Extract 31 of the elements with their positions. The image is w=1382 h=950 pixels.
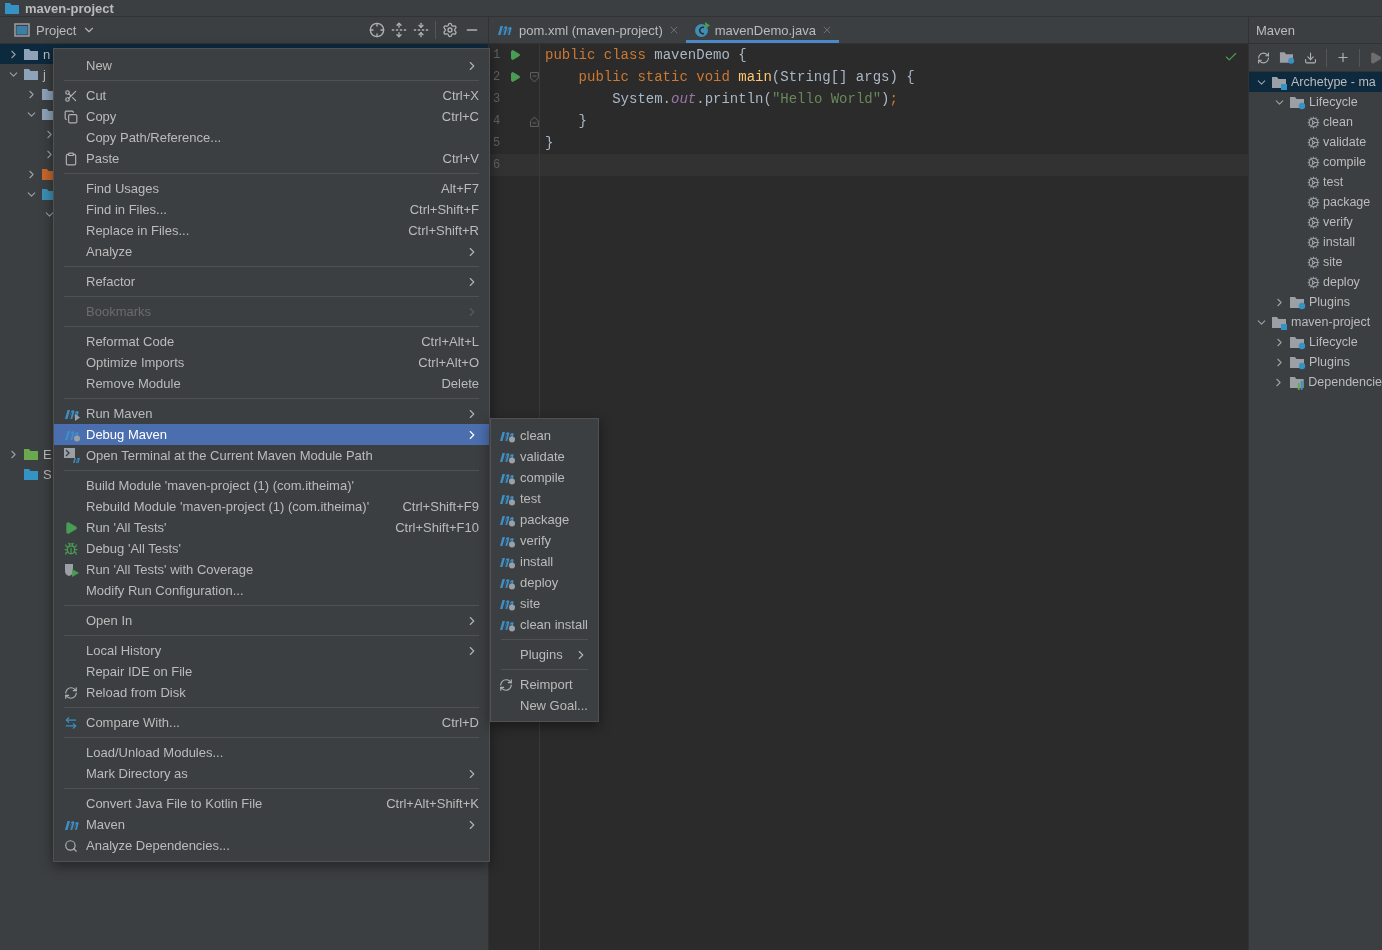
tree-label: Dependencie bbox=[1308, 375, 1382, 389]
tree-label: Plugins bbox=[1309, 295, 1350, 309]
tree-label: deploy bbox=[1323, 275, 1360, 289]
tree-label: validate bbox=[1323, 135, 1367, 149]
tree-label: site bbox=[1323, 255, 1343, 269]
tree-label: n bbox=[43, 46, 51, 62]
tree-label: clean bbox=[1323, 115, 1353, 129]
panel-title: Maven bbox=[1256, 22, 1296, 38]
tree-label: verify bbox=[1323, 215, 1353, 229]
code-line: System.out.println("Hello World"); bbox=[611, 91, 898, 107]
tree-label: test bbox=[1323, 175, 1344, 189]
code-line: public class mavenDemo { bbox=[545, 47, 747, 63]
window-title: maven-project bbox=[25, 2, 114, 16]
tree-label: maven-project bbox=[1291, 315, 1371, 329]
tree-label: Archetype - ma bbox=[1291, 75, 1376, 89]
code-line: } bbox=[545, 135, 554, 151]
tree-label: compile bbox=[1323, 155, 1367, 169]
tree-label: Lifecycle bbox=[1309, 95, 1358, 109]
code-line: public static void main(String[] args) { bbox=[577, 69, 915, 85]
tree-label: package bbox=[1323, 195, 1371, 209]
line-number: 2 bbox=[492, 70, 502, 84]
tree-label: Plugins bbox=[1309, 355, 1350, 369]
tree-label: j bbox=[43, 66, 46, 82]
tree-label: install bbox=[1323, 235, 1355, 249]
tree-label: S bbox=[43, 466, 52, 482]
line-number: 1 bbox=[492, 48, 502, 62]
code-line: } bbox=[577, 113, 587, 129]
line-number: 5 bbox=[492, 136, 502, 150]
tree-label: E bbox=[43, 446, 52, 462]
line-number: 4 bbox=[492, 114, 502, 128]
tree-label: Lifecycle bbox=[1309, 335, 1358, 349]
